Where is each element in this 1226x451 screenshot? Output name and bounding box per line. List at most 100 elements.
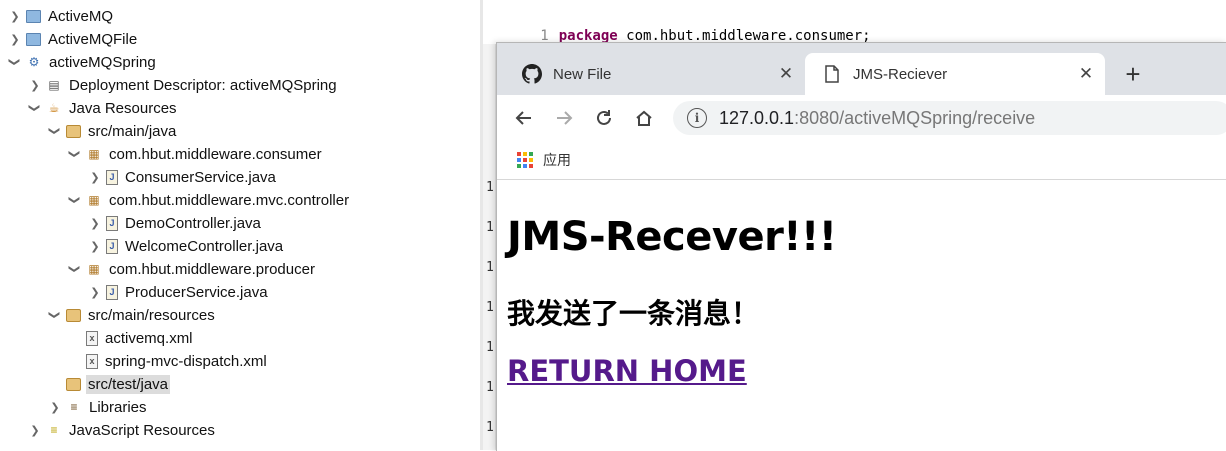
java-file-icon: J	[106, 215, 118, 231]
back-icon[interactable]	[509, 103, 539, 133]
gutter-number: 1	[486, 220, 494, 235]
tree-item-label: JavaScript Resources	[69, 421, 215, 439]
gutter-number: 1	[486, 340, 494, 355]
chevron-down-icon[interactable]: ❯	[64, 147, 86, 161]
return-home-link[interactable]: RETURN HOME	[507, 354, 747, 388]
page-heading: JMS-Recever!!!	[507, 214, 837, 260]
chevron-right-icon[interactable]: ❯	[88, 235, 102, 257]
tab-new-file[interactable]: New File ✕	[505, 53, 805, 95]
gutter-number: 1	[486, 420, 494, 435]
gutter-number: 1	[486, 300, 494, 315]
tree-item-package-producer[interactable]: ❯ ▦ com.hbut.middleware.producer	[68, 258, 317, 280]
tree-item-src-test-java[interactable]: src/test/java	[62, 373, 171, 395]
tree-item-label: src/test/java	[86, 374, 171, 394]
chevron-right-icon[interactable]: ❯	[28, 419, 42, 441]
tree-item-label: activemq.xml	[105, 329, 193, 347]
folder-icon	[26, 9, 41, 23]
tree-item-activemq[interactable]: ❯ ActiveMQ	[8, 5, 115, 27]
tree-item-label: ProducerService.java	[125, 283, 268, 301]
package-icon: ▦	[88, 193, 100, 207]
chevron-right-icon[interactable]: ❯	[88, 212, 102, 234]
tree-item-label: Deployment Descriptor: activeMQSpring	[69, 76, 337, 94]
tree-item-label: ActiveMQFile	[48, 30, 138, 48]
info-icon[interactable]: i	[687, 108, 707, 128]
tab-title: New File	[553, 65, 612, 83]
chevron-down-icon[interactable]: ❯	[44, 124, 66, 138]
package-icon: ▦	[88, 262, 100, 276]
chevron-down-icon[interactable]: ❯	[24, 101, 46, 115]
browser-window: New File ✕ JMS-Reciever ✕ + i 127.0.0.1:…	[496, 42, 1226, 451]
tree-item-label: com.hbut.middleware.consumer	[109, 145, 322, 163]
close-icon[interactable]: ✕	[1075, 64, 1097, 84]
tree-item-label: ActiveMQ	[48, 7, 114, 25]
chevron-down-icon[interactable]: ❯	[64, 262, 86, 276]
gutter-number: 1	[486, 180, 494, 195]
code-line: 1 package com.hbut.middleware.consumer;	[483, 6, 870, 44]
page-icon	[821, 63, 843, 85]
editor-gutter: 1 1 1 1 1 1 1	[483, 44, 496, 450]
libraries-icon: ≡	[70, 400, 78, 414]
tree-item-producerservice[interactable]: ❯ J ProducerService.java	[88, 281, 270, 303]
tree-item-label: spring-mvc-dispatch.xml	[105, 352, 267, 370]
java-file-icon: J	[106, 169, 118, 185]
chevron-right-icon[interactable]: ❯	[48, 396, 62, 418]
chevron-down-icon[interactable]: ❯	[44, 308, 66, 322]
project-explorer: ❯ ActiveMQ ❯ ActiveMQFile ❯ ⚙ activeMQSp…	[0, 0, 480, 450]
source-folder-icon	[66, 124, 81, 138]
chevron-right-icon[interactable]: ❯	[8, 5, 22, 27]
tree-item-libraries[interactable]: ❯ ≡ Libraries	[48, 396, 149, 418]
tree-item-spring-mvc-dispatch-xml[interactable]: x spring-mvc-dispatch.xml	[82, 350, 269, 372]
javascript-resources-icon: ≡	[50, 423, 58, 437]
gutter-number: 1	[486, 260, 494, 275]
tree-item-welcomecontroller[interactable]: ❯ J WelcomeController.java	[88, 235, 285, 257]
chevron-down-icon[interactable]: ❯	[64, 193, 86, 207]
forward-icon[interactable]	[549, 103, 579, 133]
tab-jms-reciever[interactable]: JMS-Reciever ✕	[805, 53, 1105, 95]
tree-item-label: src/main/java	[88, 122, 177, 140]
page-subheading: 我发送了一条消息！	[507, 297, 760, 330]
bookmarks-bar: 应用	[497, 141, 1226, 180]
new-tab-button[interactable]: +	[1117, 59, 1149, 91]
folder-icon	[26, 32, 41, 46]
chevron-right-icon[interactable]: ❯	[88, 281, 102, 303]
java-resources-icon: ☕	[48, 101, 60, 115]
tree-item-src-main-resources[interactable]: ❯ src/main/resources	[48, 304, 217, 326]
tree-item-javascript-resources[interactable]: ❯ ≡ JavaScript Resources	[28, 419, 217, 441]
source-folder-icon	[66, 377, 81, 391]
apps-icon[interactable]	[517, 152, 533, 168]
xml-file-icon: x	[86, 330, 98, 346]
url-path: :8080/activeMQSpring/receive	[794, 107, 1036, 128]
tree-item-label: ConsumerService.java	[125, 168, 276, 186]
tree-item-src-main-java[interactable]: ❯ src/main/java	[48, 120, 178, 142]
home-icon[interactable]	[629, 103, 659, 133]
tree-item-deployment-descriptor[interactable]: ❯ ▤ Deployment Descriptor: activeMQSprin…	[28, 74, 339, 96]
chevron-right-icon[interactable]: ❯	[28, 74, 42, 96]
tree-item-java-resources[interactable]: ❯ ☕ Java Resources	[28, 97, 179, 119]
tree-item-activemqfile[interactable]: ❯ ActiveMQFile	[8, 28, 139, 50]
chevron-right-icon[interactable]: ❯	[8, 28, 22, 50]
tree-item-activemq-xml[interactable]: x activemq.xml	[82, 327, 195, 349]
chevron-down-icon[interactable]: ❯	[4, 55, 26, 69]
java-file-icon: J	[106, 238, 118, 254]
address-bar[interactable]: i 127.0.0.1:8080/activeMQSpring/receive	[673, 101, 1226, 135]
tree-item-label: Java Resources	[69, 99, 177, 117]
close-icon[interactable]: ✕	[775, 64, 797, 84]
tree-item-activemqspring[interactable]: ❯ ⚙ activeMQSpring	[8, 51, 158, 73]
tab-title: JMS-Reciever	[853, 65, 948, 83]
tab-strip: New File ✕ JMS-Reciever ✕ +	[497, 43, 1226, 95]
tree-item-label: WelcomeController.java	[125, 237, 284, 255]
page-content: JMS-Recever!!! 我发送了一条消息！ RETURN HOME	[497, 180, 1226, 451]
reload-icon[interactable]	[589, 103, 619, 133]
tree-item-democontroller[interactable]: ❯ J DemoController.java	[88, 212, 263, 234]
tree-item-label: com.hbut.middleware.producer	[109, 260, 315, 278]
tree-item-consumerservice[interactable]: ❯ J ConsumerService.java	[88, 166, 278, 188]
tree-item-label: DemoController.java	[125, 214, 261, 232]
apps-label[interactable]: 应用	[543, 150, 571, 170]
tree-item-package-consumer[interactable]: ❯ ▦ com.hbut.middleware.consumer	[68, 143, 324, 165]
gutter-number: 1	[486, 380, 494, 395]
tree-item-label: src/main/resources	[88, 306, 215, 324]
tree-item-package-controller[interactable]: ❯ ▦ com.hbut.middleware.mvc.controller	[68, 189, 351, 211]
browser-toolbar: i 127.0.0.1:8080/activeMQSpring/receive	[497, 95, 1226, 141]
chevron-right-icon[interactable]: ❯	[88, 166, 102, 188]
url-host: 127.0.0.1	[719, 107, 795, 128]
